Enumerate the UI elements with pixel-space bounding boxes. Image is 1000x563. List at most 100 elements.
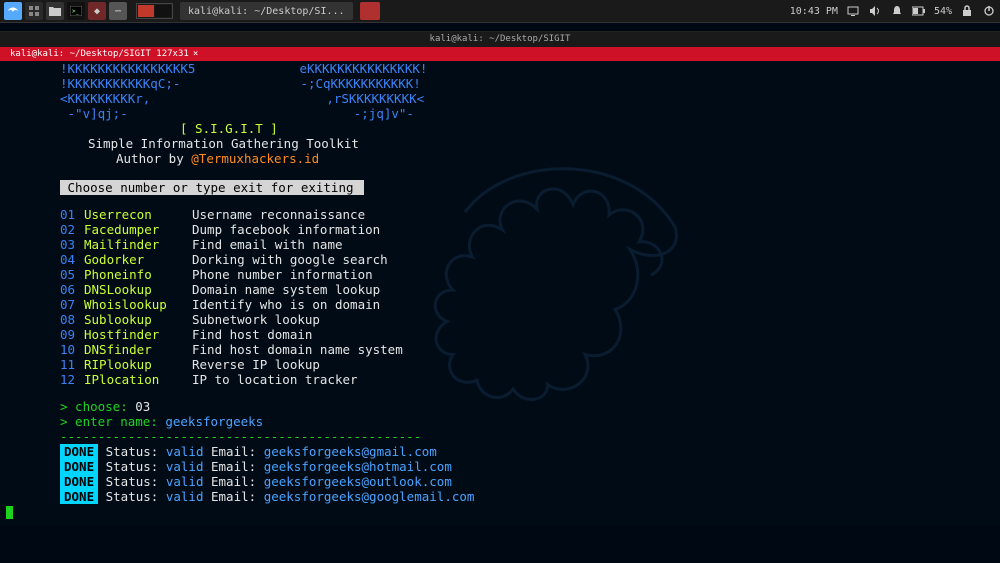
terminal-titlebar[interactable]: kali@kali: ~/Desktop/SIGIT (0, 32, 1000, 47)
menu-number: 04 (60, 252, 84, 267)
ascii-line: -;CqKKKKKKKKKKK! (300, 76, 420, 91)
done-badge: DONE (60, 444, 98, 459)
ascii-line: -"v]qj;- (68, 106, 128, 121)
email-value: geeksforgeeks@hotmail.com (256, 459, 452, 474)
menu-desc: IP to location tracker (192, 372, 358, 387)
terminal-tab[interactable]: kali@kali: ~/Desktop/SIGIT 127x31 × (0, 47, 208, 61)
subtitle: Simple Information Gathering Toolkit (88, 136, 359, 151)
prompt-choose: > choose: (60, 399, 135, 414)
window-list-icon[interactable] (25, 2, 43, 20)
display-icon[interactable] (846, 4, 860, 18)
menu-item: 04GodorkerDorking with google search (60, 252, 992, 267)
notification-icon[interactable] (890, 4, 904, 18)
volume-icon[interactable] (868, 4, 882, 18)
ascii-line: ,rSKKKKKKKKK< (326, 91, 424, 106)
workspace-switcher[interactable] (136, 3, 173, 19)
menu-desc: Username reconnaissance (192, 207, 365, 222)
taskbar-left: >_ ◆ ⋯ kali@kali: ~/Desktop/SI... (4, 2, 380, 20)
menu-item: 03MailfinderFind email with name (60, 237, 992, 252)
input-choose: 03 (135, 399, 150, 414)
result-row: DONE Status: valid Email: geeksforgeeks@… (60, 474, 992, 489)
menu-number: 06 (60, 282, 84, 297)
ascii-line: eKKKKKKKKKKKKKKK! (299, 61, 427, 76)
menu-name: Sublookup (84, 312, 192, 327)
menu-item: 08SublookupSubnetwork lookup (60, 312, 992, 327)
menu-item: 12IPlocationIP to location tracker (60, 372, 992, 387)
menu-desc: Dorking with google search (192, 252, 388, 267)
terminal-launcher-icon[interactable]: >_ (67, 2, 85, 20)
terminal-tabbar: kali@kali: ~/Desktop/SIGIT 127x31 × (0, 47, 1000, 61)
kali-tool-icon[interactable]: ◆ (88, 2, 106, 20)
menu-number: 09 (60, 327, 84, 342)
menu-desc: Find host domain name system (192, 342, 403, 357)
menu-desc: Domain name system lookup (192, 282, 380, 297)
ascii-line: -;jq]v"- (354, 106, 414, 121)
workspace-1[interactable] (138, 5, 154, 17)
task-button-active[interactable] (360, 2, 380, 20)
app-icon[interactable]: ⋯ (109, 2, 127, 20)
menu-item: 07WhoislookupIdentify who is on domain (60, 297, 992, 312)
files-icon[interactable] (46, 2, 64, 20)
email-value: geeksforgeeks@outlook.com (256, 474, 452, 489)
terminal-cursor (6, 506, 13, 519)
menu-desc: Reverse IP lookup (192, 357, 320, 372)
menu-desc: Find host domain (192, 327, 312, 342)
email-label: Email: (203, 474, 256, 489)
result-row: DONE Status: valid Email: geeksforgeeks@… (60, 459, 992, 474)
menu-name: DNSfinder (84, 342, 192, 357)
menu-name: DNSLookup (84, 282, 192, 297)
author-link: @Termuxhackers.id (191, 151, 319, 166)
status-value: valid (158, 459, 203, 474)
taskbar-right: 10:43 PM 54% (790, 4, 996, 18)
menu-name: Whoislookup (84, 297, 192, 312)
menu-number: 05 (60, 267, 84, 282)
menu-desc: Subnetwork lookup (192, 312, 320, 327)
lock-icon[interactable] (960, 4, 974, 18)
menu-number: 11 (60, 357, 84, 372)
author-prefix: Author by (116, 151, 191, 166)
done-badge: DONE (60, 459, 98, 474)
menu-item: 01UserreconUsername reconnaissance (60, 207, 992, 222)
terminal-title: kali@kali: ~/Desktop/SIGIT (430, 34, 571, 44)
status-value: valid (158, 489, 203, 504)
workspace-2[interactable] (155, 5, 171, 17)
menu-number: 01 (60, 207, 84, 222)
menu-item: 05PhoneinfoPhone number information (60, 267, 992, 282)
menu-number: 08 (60, 312, 84, 327)
done-badge: DONE (60, 489, 98, 504)
terminal-body[interactable]: !KKKKKKKKKKKKKKKK5 eKKKKKKKKKKKKKKK! !KKK… (0, 61, 1000, 525)
menu-desc: Dump facebook information (192, 222, 380, 237)
email-value: geeksforgeeks@gmail.com (256, 444, 437, 459)
email-label: Email: (203, 444, 256, 459)
apps-menu-icon[interactable] (4, 2, 22, 20)
menu-item: 06DNSLookupDomain name system lookup (60, 282, 992, 297)
terminal-window: kali@kali: ~/Desktop/SIGIT kali@kali: ~/… (0, 31, 1000, 525)
status-value: valid (158, 474, 203, 489)
brand: [ S.I.G.I.T ] (180, 121, 278, 136)
menu-number: 10 (60, 342, 84, 357)
ascii-line: <KKKKKKKKKr, (60, 91, 150, 106)
close-icon[interactable]: × (193, 49, 198, 59)
task-button-terminal[interactable]: kali@kali: ~/Desktop/SI... (180, 2, 353, 20)
divider: ----------------------------------------… (60, 429, 992, 444)
input-name: geeksforgeeks (165, 414, 263, 429)
ascii-line: !KKKKKKKKKKKqC;- (60, 76, 180, 91)
menu-desc: Identify who is on domain (192, 297, 380, 312)
power-icon[interactable] (982, 4, 996, 18)
menu-number: 03 (60, 237, 84, 252)
done-badge: DONE (60, 474, 98, 489)
ascii-line: !KKKKKKKKKKKKKKKK5 (60, 61, 195, 76)
status-label: Status: (98, 459, 158, 474)
clock: 10:43 PM (790, 6, 838, 17)
menu-desc: Find email with name (192, 237, 343, 252)
task-button-label: kali@kali: ~/Desktop/SI... (188, 6, 345, 17)
battery-percent: 54% (934, 6, 952, 17)
battery-icon[interactable] (912, 4, 926, 18)
terminal-tab-label: kali@kali: ~/Desktop/SIGIT 127x31 (10, 49, 189, 59)
prompt-name: > enter name: (60, 414, 165, 429)
svg-text:>_: >_ (72, 8, 80, 15)
menu-item: 10DNSfinderFind host domain name system (60, 342, 992, 357)
status-value: valid (158, 444, 203, 459)
status-label: Status: (98, 474, 158, 489)
menu-item: 02FacedumperDump facebook information (60, 222, 992, 237)
